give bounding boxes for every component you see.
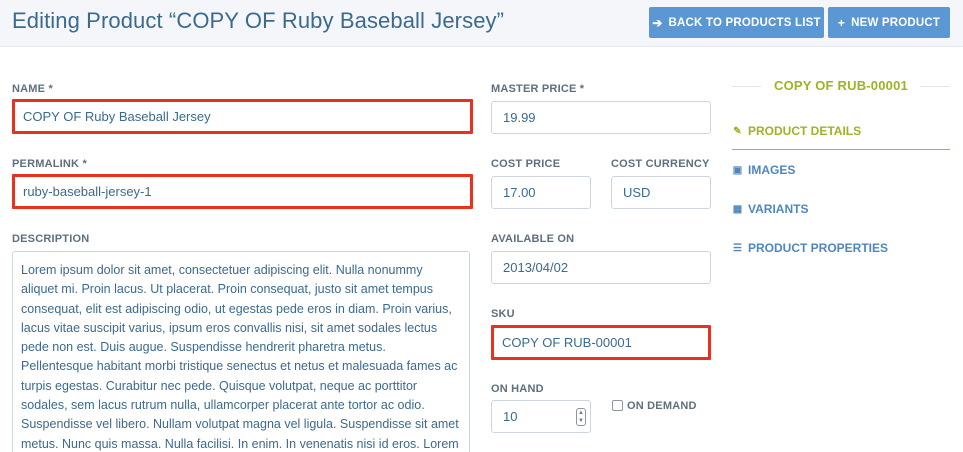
new-product-button[interactable]: + NEW PRODUCT — [828, 7, 950, 38]
sidebar-item-label: PRODUCT DETAILS — [748, 124, 862, 138]
on-hand-label: ON HAND — [491, 383, 544, 395]
permalink-value: ruby-baseball-jersey-1 — [23, 184, 152, 199]
sidebar-active-underline — [732, 149, 950, 150]
sidebar-item-label: VARIANTS — [748, 202, 809, 216]
plus-icon: + — [837, 15, 846, 30]
available-on-input[interactable]: 2013/04/02 — [491, 251, 711, 284]
arrow-left-icon: ➔ — [652, 15, 663, 30]
master-price-input[interactable]: 19.99 — [491, 101, 711, 134]
on-demand-checkbox[interactable] — [612, 400, 623, 411]
grid-icon: ▦ — [732, 203, 743, 215]
page-title: Editing Product “COPY OF Ruby Baseball J… — [12, 8, 505, 33]
page-header: Editing Product “COPY OF Ruby Baseball J… — [0, 0, 963, 47]
edit-icon: ✎ — [733, 125, 742, 137]
sku-input[interactable]: COPY OF RUB-00001 — [491, 325, 711, 360]
sidebar-item-product-details[interactable]: ✎ PRODUCT DETAILS — [732, 124, 861, 138]
sidebar-item-variants[interactable]: ▦ VARIANTS — [732, 202, 809, 216]
on-demand-label: ON DEMAND — [627, 400, 697, 412]
cost-price-label: COST PRICE — [491, 158, 561, 170]
stepper-arrows-icon[interactable]: ▲ ▼ — [576, 408, 586, 426]
sidebar-item-product-properties[interactable]: ☰ PRODUCT PROPERTIES — [732, 241, 888, 255]
back-to-products-label: BACK TO PRODUCTS LIST — [668, 16, 821, 29]
description-textarea[interactable]: Lorem ipsum dolor sit amet, consectetuer… — [12, 251, 470, 452]
sidebar-item-label: PRODUCT PROPERTIES — [748, 241, 889, 255]
permalink-label: PERMALINK * — [12, 158, 87, 170]
sidebar-item-images[interactable]: ▣ IMAGES — [732, 163, 796, 177]
cost-price-input[interactable]: 17.00 — [491, 176, 591, 209]
picture-icon: ▣ — [732, 164, 743, 176]
name-value: COPY OF Ruby Baseball Jersey — [23, 109, 211, 124]
list-icon: ☰ — [733, 242, 742, 254]
cost-price-value: 17.00 — [503, 185, 536, 200]
name-label: NAME * — [12, 83, 53, 95]
back-to-products-button[interactable]: ➔ BACK TO PRODUCTS LIST — [649, 7, 824, 38]
master-price-label: MASTER PRICE * — [491, 83, 585, 95]
sku-value: COPY OF RUB-00001 — [502, 335, 632, 350]
description-label: DESCRIPTION — [12, 233, 90, 245]
cost-currency-label: COST CURRENCY — [611, 158, 710, 170]
permalink-input[interactable]: ruby-baseball-jersey-1 — [12, 174, 473, 209]
cost-currency-value: USD — [623, 185, 651, 200]
cost-currency-input[interactable]: USD — [611, 176, 711, 209]
on-hand-value: 10 — [503, 409, 518, 424]
available-on-value: 2013/04/02 — [503, 260, 569, 275]
name-input[interactable]: COPY OF Ruby Baseball Jersey — [12, 99, 473, 134]
sidebar-title: COPY OF RUB-00001 — [774, 78, 908, 93]
new-product-label: NEW PRODUCT — [851, 16, 941, 29]
available-on-label: AVAILABLE ON — [491, 233, 575, 245]
master-price-value: 19.99 — [503, 110, 536, 125]
sidebar-divider-right — [920, 86, 950, 87]
sidebar-item-label: IMAGES — [748, 163, 796, 177]
sku-label: SKU — [491, 308, 515, 320]
on-hand-stepper[interactable]: 10 ▲ ▼ — [491, 400, 591, 433]
